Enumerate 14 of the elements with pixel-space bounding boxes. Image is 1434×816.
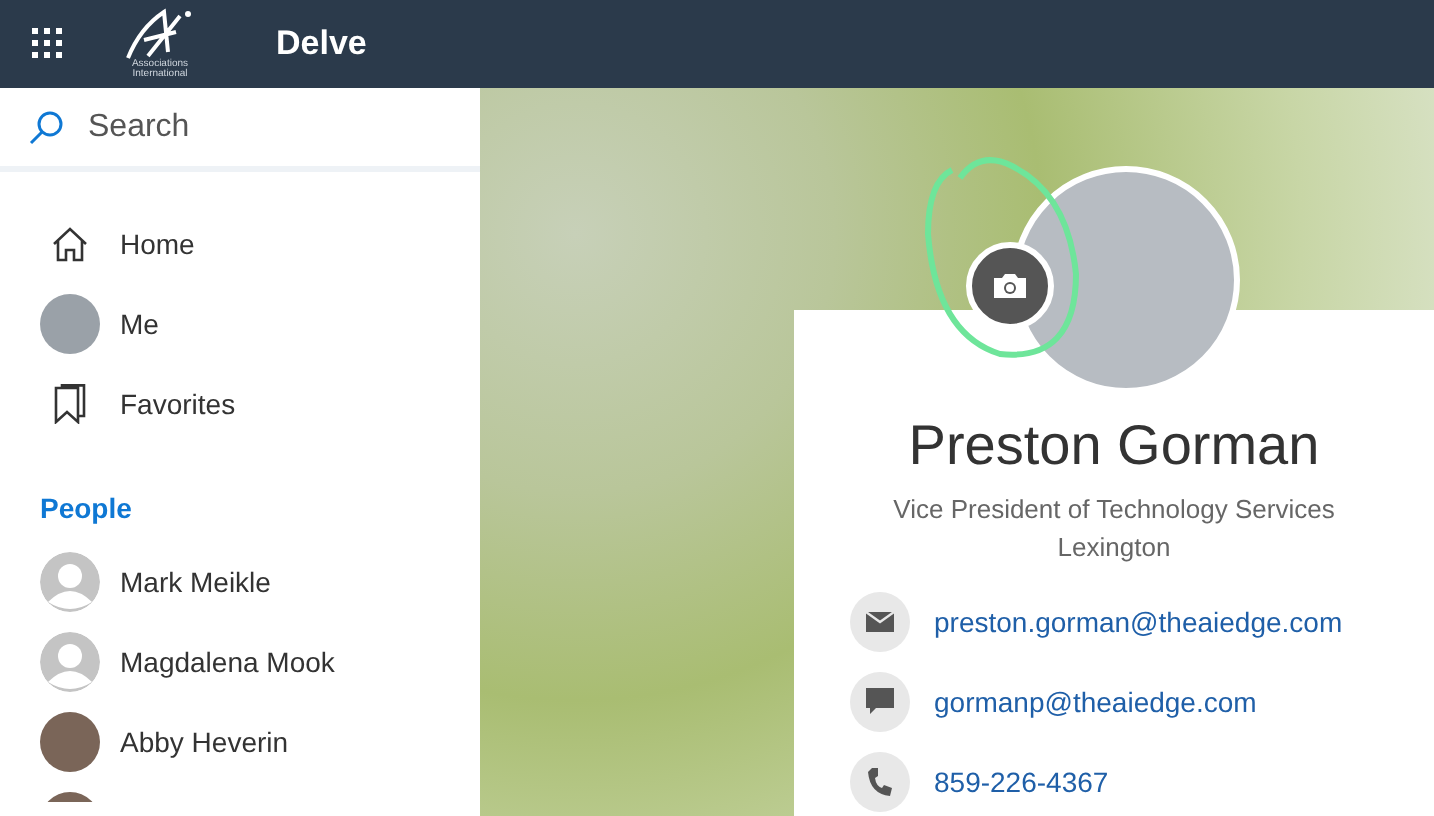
nav-item[interactable]: Me	[120, 303, 159, 345]
section-heading: People	[38, 490, 134, 528]
contact-link[interactable]: gormanp@theaiedge.com	[934, 681, 1257, 723]
nav-item[interactable]: Favorites	[120, 383, 236, 425]
location-text: Lexington	[1055, 530, 1173, 566]
job-title: Vice President of Technology Services	[891, 492, 1337, 528]
person-name: Preston Gorman	[906, 412, 1322, 480]
contact-link[interactable]: 859-226-4367	[934, 761, 1109, 803]
contact-link[interactable]: preston.gorman@theaiedge.com	[934, 601, 1343, 643]
person-link[interactable]: Abby Heverin	[120, 721, 289, 763]
person-link[interactable]: Mark Meikle	[120, 561, 271, 603]
nav-item[interactable]: Home	[120, 223, 195, 265]
app-title: Delve	[276, 22, 367, 67]
person-link[interactable]: Magdalena Mook	[120, 641, 335, 683]
